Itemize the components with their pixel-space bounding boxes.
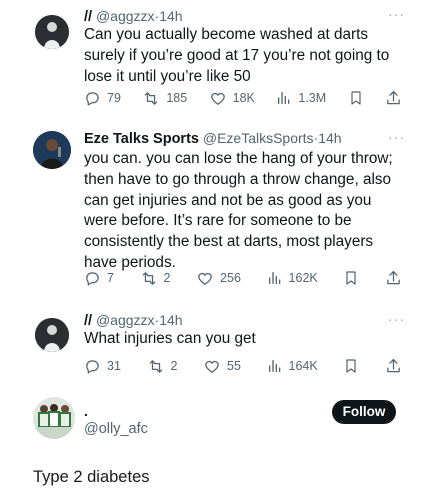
share-button[interactable]: [385, 269, 402, 287]
reply-icon: [84, 358, 101, 375]
repost-button[interactable]: 185: [142, 90, 187, 107]
like-icon: [209, 90, 227, 107]
reply-button[interactable]: 7: [84, 270, 114, 287]
share-icon: [385, 357, 402, 375]
avatar-ezetalkssports[interactable]: [33, 131, 71, 169]
reply-button[interactable]: 79: [84, 90, 121, 107]
tweet-actions: 79 185 18K 1.3M: [84, 88, 402, 108]
share-button[interactable]: [385, 357, 402, 375]
views-button[interactable]: 1.3M: [276, 90, 326, 106]
like-button[interactable]: 256: [196, 270, 241, 287]
author-name[interactable]: //: [84, 9, 92, 25]
share-button[interactable]: [385, 89, 402, 107]
author-handle[interactable]: @aggzzx: [96, 312, 155, 328]
view-count: 162K: [288, 271, 318, 285]
views-button[interactable]: 162K: [267, 270, 318, 286]
like-button[interactable]: 18K: [209, 90, 255, 107]
author-handle[interactable]: @EzeTalksSports: [203, 130, 314, 146]
follow-button[interactable]: Follow: [332, 400, 396, 424]
share-icon: [385, 269, 402, 287]
avatar-aggzzx[interactable]: [35, 15, 69, 49]
tweet-text: Can you actually become washed at darts …: [84, 26, 390, 85]
views-icon: [267, 270, 283, 286]
reply-count: 79: [107, 91, 121, 105]
bookmark-icon: [343, 269, 359, 287]
like-count: 256: [220, 271, 241, 285]
like-count: 55: [227, 359, 241, 373]
reply-button[interactable]: 31: [84, 358, 121, 375]
repost-button[interactable]: 2: [147, 358, 178, 375]
more-options-icon[interactable]: ···: [388, 311, 405, 327]
avatar-aggzzx[interactable]: [35, 318, 69, 352]
bookmark-button[interactable]: [343, 269, 359, 287]
views-button[interactable]: 164K: [267, 358, 318, 374]
tweet-header: // @aggzzx·14h: [84, 8, 183, 25]
views-icon: [267, 358, 283, 374]
tweet-actions: 7 2 256 162K: [84, 268, 402, 288]
view-count: 164K: [288, 359, 318, 373]
bookmark-button[interactable]: [343, 357, 359, 375]
avatar-olly-afc[interactable]: [33, 397, 75, 439]
repost-button[interactable]: 2: [140, 270, 171, 287]
reply-author-name[interactable]: .: [84, 403, 88, 419]
repost-icon: [140, 270, 158, 287]
tweet-text: you can. you can lose the hang of your t…: [84, 150, 393, 271]
view-count: 1.3M: [298, 91, 327, 105]
author-handle[interactable]: @aggzzx: [96, 8, 155, 24]
reply-count: 7: [107, 271, 114, 285]
tweet-header: Eze Talks Sports @EzeTalksSports·14h: [84, 130, 342, 147]
more-options-icon[interactable]: ···: [388, 129, 405, 145]
timestamp[interactable]: 14h: [159, 312, 182, 328]
tweet-text: What injuries can you get: [84, 330, 256, 347]
like-count: 18K: [232, 91, 255, 105]
repost-icon: [142, 90, 160, 107]
repost-icon: [147, 358, 165, 375]
author-name[interactable]: Eze Talks Sports: [84, 131, 199, 147]
repost-count: 2: [170, 359, 178, 373]
timestamp[interactable]: 14h: [159, 8, 182, 24]
like-button[interactable]: 55: [203, 358, 241, 375]
bookmark-icon: [348, 89, 364, 107]
like-icon: [203, 358, 221, 375]
reply-caption: Type 2 diabetes: [33, 468, 150, 486]
bookmark-icon: [343, 357, 359, 375]
share-icon: [385, 89, 402, 107]
reply-count: 31: [107, 359, 121, 373]
repost-count: 185: [166, 91, 188, 105]
bookmark-button[interactable]: [348, 89, 364, 107]
like-icon: [196, 270, 214, 287]
reply-icon: [84, 90, 101, 107]
tweet-actions: 31 2 55 164K: [84, 356, 402, 376]
tweet-header: // @aggzzx·14h: [84, 312, 183, 329]
reply-icon: [84, 270, 101, 287]
author-name[interactable]: //: [84, 313, 92, 329]
views-icon: [276, 90, 292, 106]
timestamp[interactable]: 14h: [318, 130, 341, 146]
reply-author-handle[interactable]: @olly_afc: [84, 421, 148, 437]
more-options-icon[interactable]: ···: [388, 6, 405, 22]
repost-count: 2: [163, 271, 171, 285]
